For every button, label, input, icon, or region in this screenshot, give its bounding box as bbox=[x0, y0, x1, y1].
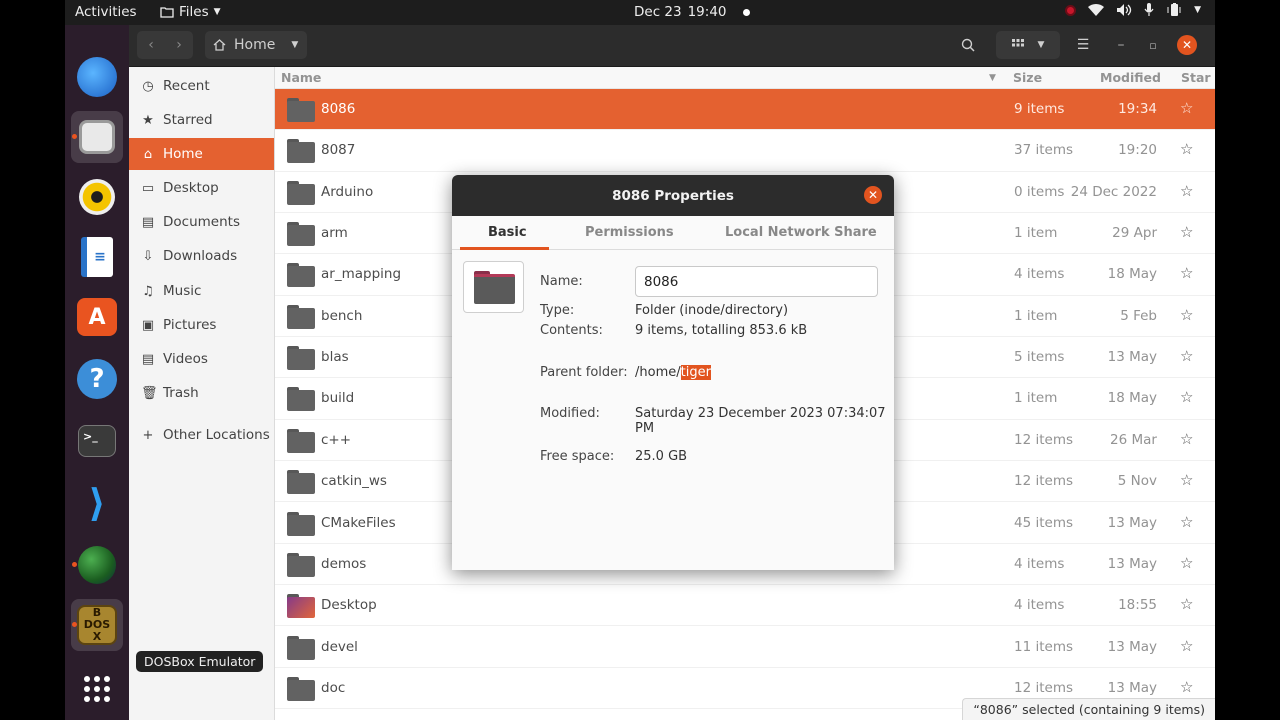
chevron-down-icon: ▼ bbox=[291, 40, 299, 50]
free-space-value: 25.0 GB bbox=[635, 449, 688, 464]
location-bar[interactable]: Home ▼ bbox=[205, 31, 307, 59]
forward-button[interactable]: › bbox=[165, 37, 193, 53]
parent-folder-value[interactable]: /home/tiger bbox=[635, 365, 711, 380]
running-indicator-icon bbox=[72, 562, 77, 567]
battery-icon bbox=[1167, 3, 1181, 16]
dock-terminal[interactable]: >_ bbox=[71, 415, 123, 467]
microphone-icon bbox=[1144, 3, 1154, 16]
free-space-label: Free space: bbox=[540, 449, 615, 464]
parent-folder-label: Parent folder: bbox=[540, 365, 628, 380]
search-button[interactable] bbox=[953, 31, 983, 59]
nav-buttons: ‹ › bbox=[137, 31, 193, 59]
dialog-tabs: Basic Permissions Local Network Share bbox=[452, 216, 894, 250]
dock-app-center[interactable]: A bbox=[71, 291, 123, 343]
top-bar: Activities Files ▼ Dec 23 19:40 ▼ bbox=[65, 0, 1215, 25]
help-icon: ? bbox=[77, 359, 117, 399]
wifi-icon bbox=[1088, 3, 1105, 16]
close-window-button[interactable]: ✕ bbox=[1177, 35, 1197, 55]
app-center-icon: A bbox=[77, 298, 117, 336]
dock: ≡ A ? >_ ⟩ B DOS X bbox=[65, 25, 129, 720]
terminal-icon: >_ bbox=[78, 425, 116, 457]
dock-dosbox[interactable]: B DOS X bbox=[71, 599, 123, 651]
properties-dialog: 8086 Properties ✕ Basic Permissions Loca… bbox=[452, 175, 894, 570]
folder-icon[interactable] bbox=[463, 261, 524, 313]
volume-icon bbox=[1117, 4, 1132, 16]
dosbox-icon: B DOS X bbox=[77, 605, 117, 645]
close-dialog-button[interactable]: ✕ bbox=[864, 186, 882, 204]
tab-basic[interactable]: Basic bbox=[488, 225, 527, 240]
app-menu-label: Files bbox=[179, 4, 209, 20]
dock-files[interactable] bbox=[71, 111, 123, 163]
active-tab-indicator bbox=[460, 247, 549, 250]
maximize-button[interactable]: ▫ bbox=[1143, 31, 1163, 59]
files-headerbar: ‹ › Home ▼ ▼ ☰ – ▫ ✕ bbox=[129, 25, 1215, 67]
chevron-down-icon: ▼ bbox=[1037, 40, 1045, 50]
running-indicator-icon bbox=[72, 622, 77, 627]
minimize-icon: – bbox=[1117, 37, 1125, 53]
clock-date: Dec 23 bbox=[634, 4, 682, 20]
show-apps-icon bbox=[84, 676, 110, 702]
close-icon: ✕ bbox=[1181, 38, 1193, 52]
maximize-icon: ▫ bbox=[1149, 38, 1157, 52]
status-bar: “8086” selected (containing 9 items) bbox=[962, 698, 1215, 720]
minimize-button[interactable]: – bbox=[1111, 31, 1131, 59]
activities-button[interactable]: Activities bbox=[75, 4, 137, 20]
desktop-screen: Activities Files ▼ Dec 23 19:40 ▼ ≡ A ? … bbox=[65, 0, 1215, 720]
folder-icon bbox=[160, 7, 174, 18]
running-indicator-icon bbox=[72, 134, 77, 139]
type-value: Folder (inode/directory) bbox=[635, 303, 789, 318]
dialog-title: 8086 Properties bbox=[452, 175, 894, 216]
view-toggle[interactable]: ▼ bbox=[996, 31, 1060, 59]
dock-tooltip: DOSBox Emulator bbox=[136, 651, 264, 672]
dock-vscode[interactable]: ⟩ bbox=[71, 477, 123, 529]
dock-help[interactable]: ? bbox=[71, 353, 123, 405]
chevron-down-icon: ▼ bbox=[213, 7, 221, 17]
chevron-down-icon: ▼ bbox=[1194, 5, 1201, 15]
rhythmbox-icon bbox=[79, 179, 115, 215]
show-apps-button[interactable] bbox=[71, 663, 123, 715]
files-icon bbox=[79, 120, 115, 154]
parent-folder-prefix: /home/ bbox=[635, 365, 681, 380]
name-input[interactable] bbox=[635, 266, 878, 297]
clock[interactable]: Dec 23 19:40 bbox=[634, 4, 750, 20]
tab-local-network-share[interactable]: Local Network Share bbox=[725, 225, 877, 240]
vscode-icon: ⟩ bbox=[88, 481, 106, 525]
search-icon bbox=[961, 38, 975, 52]
app-menu[interactable]: Files ▼ bbox=[160, 4, 221, 20]
record-icon bbox=[1065, 4, 1077, 16]
contents-value: 9 items, totalling 853.6 kB bbox=[635, 323, 808, 338]
home-icon bbox=[213, 39, 226, 51]
hamburger-icon: ☰ bbox=[1076, 37, 1090, 53]
name-label: Name: bbox=[540, 274, 583, 289]
system-tray[interactable]: ▼ bbox=[1065, 3, 1201, 17]
dock-writer[interactable]: ≡ bbox=[71, 231, 123, 283]
dock-thunderbird[interactable] bbox=[71, 51, 123, 103]
modified-value: Saturday 23 December 2023 07:34:07 PM bbox=[635, 406, 886, 436]
close-icon: ✕ bbox=[867, 188, 879, 202]
modified-label: Modified: bbox=[540, 406, 600, 421]
globe-icon bbox=[78, 546, 116, 584]
dock-rhythmbox[interactable] bbox=[71, 171, 123, 223]
back-button[interactable]: ‹ bbox=[137, 37, 165, 53]
libreoffice-writer-icon: ≡ bbox=[81, 237, 113, 277]
location-label: Home bbox=[234, 37, 276, 53]
thunderbird-icon bbox=[77, 57, 117, 97]
clock-time: 19:40 bbox=[687, 4, 727, 20]
contents-label: Contents: bbox=[540, 323, 603, 338]
menu-button[interactable]: ☰ bbox=[1069, 31, 1097, 59]
tab-permissions[interactable]: Permissions bbox=[585, 225, 674, 240]
type-label: Type: bbox=[540, 303, 575, 318]
dock-globe[interactable] bbox=[71, 539, 123, 591]
grid-icon bbox=[1011, 39, 1024, 47]
notification-dot-icon bbox=[742, 8, 750, 16]
parent-folder-selected-text: tiger bbox=[680, 365, 711, 380]
